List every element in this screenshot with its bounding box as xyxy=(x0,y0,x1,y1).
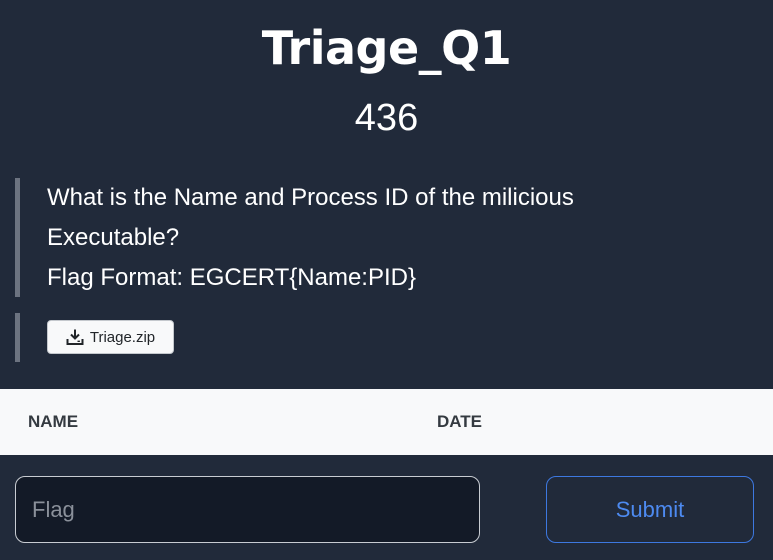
download-file-label: Triage.zip xyxy=(89,328,156,346)
column-header-name: NAME xyxy=(28,412,79,431)
download-icon xyxy=(66,328,84,346)
description-line: What is the Name and Process ID of the m… xyxy=(47,184,574,211)
flag-input[interactable] xyxy=(15,476,480,543)
challenge-title: Triage_Q1 xyxy=(261,21,512,75)
challenge-points: 436 xyxy=(354,97,419,139)
challenge-files: Triage.zip xyxy=(15,313,174,362)
challenge-description: What is the Name and Process ID of the m… xyxy=(15,178,760,297)
submit-button[interactable]: Submit xyxy=(546,476,754,543)
description-line: Executable? xyxy=(47,224,180,251)
description-line: Flag Format: EGCERT{Name:PID} xyxy=(47,264,416,291)
download-file-button[interactable]: Triage.zip xyxy=(47,320,174,354)
description-text: What is the Name and Process ID of the m… xyxy=(47,178,747,298)
solves-table-header: NAME DATE xyxy=(0,389,773,455)
column-header-date: DATE xyxy=(437,412,483,431)
